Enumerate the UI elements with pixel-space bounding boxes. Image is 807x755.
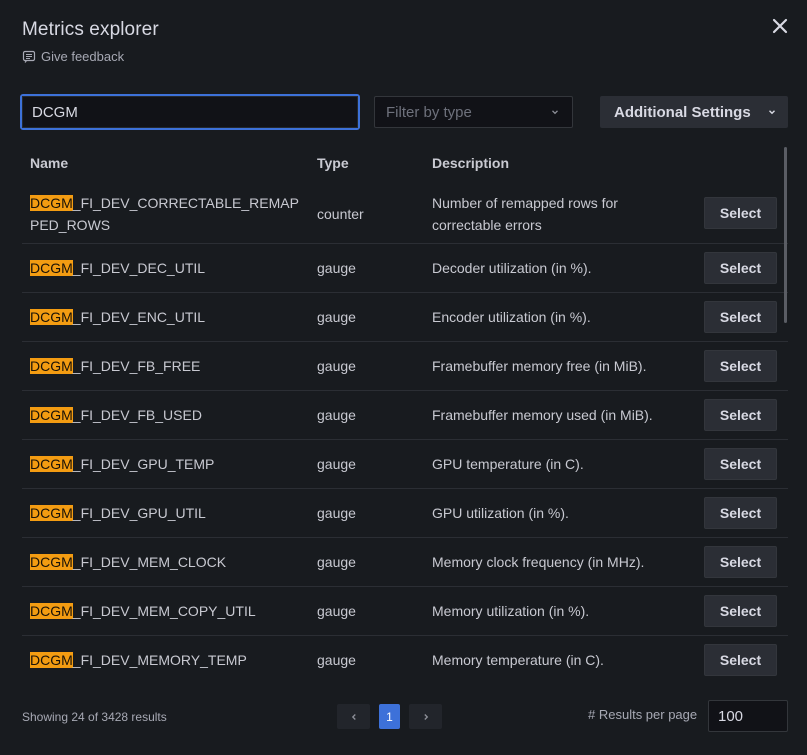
table-row: DCGM_FI_DEV_FB_USED gauge Framebuffer me… (22, 391, 788, 440)
filter-by-type-select[interactable]: Filter by type (374, 96, 573, 128)
results-per-page-label: # Results per page (588, 707, 698, 722)
select-button[interactable]: Select (704, 252, 777, 284)
select-button[interactable]: Select (704, 197, 777, 229)
select-button[interactable]: Select (704, 595, 777, 627)
previous-page-button[interactable] (337, 704, 370, 729)
metric-type: gauge (317, 505, 356, 521)
additional-settings-button[interactable]: Additional Settings (600, 96, 788, 128)
metric-name: DCGM_FI_DEV_MEM_COPY_UTIL (30, 603, 256, 619)
give-feedback-link[interactable]: Give feedback (22, 49, 124, 64)
search-box[interactable] (20, 94, 360, 130)
search-match-highlight: DCGM (30, 603, 73, 619)
select-button[interactable]: Select (704, 644, 777, 676)
search-match-highlight: DCGM (30, 652, 73, 668)
select-button[interactable]: Select (704, 350, 777, 382)
metric-type: gauge (317, 358, 356, 374)
metric-name: DCGM_FI_DEV_CORRECTABLE_REMAPPED_ROWS (30, 195, 299, 233)
table-row: DCGM_FI_DEV_ENC_UTIL gauge Encoder utili… (22, 293, 788, 342)
metric-name: DCGM_FI_DEV_GPU_TEMP (30, 456, 215, 472)
metric-description: Decoder utilization (in %). (432, 260, 592, 276)
feedback-icon (22, 50, 36, 63)
chevron-left-icon (351, 713, 356, 720)
metric-type: gauge (317, 652, 356, 668)
search-match-highlight: DCGM (30, 358, 73, 374)
metrics-table: Name Type Description DCGM_FI_DEV_CORREC… (22, 146, 788, 680)
column-header-description[interactable]: Description (432, 155, 509, 171)
metric-name: DCGM_FI_DEV_MEMORY_TEMP (30, 652, 247, 668)
search-input[interactable] (22, 96, 358, 128)
select-button[interactable]: Select (704, 448, 777, 480)
search-match-highlight: DCGM (30, 407, 73, 423)
metric-description: Framebuffer memory used (in MiB). (432, 407, 653, 423)
pagination: 1 (337, 704, 442, 729)
select-button[interactable]: Select (704, 497, 777, 529)
table-row: DCGM_FI_DEV_CORRECTABLE_REMAPPED_ROWS co… (22, 182, 788, 244)
metric-description: Encoder utilization (in %). (432, 309, 591, 325)
results-per-page-input[interactable] (709, 701, 787, 731)
results-status: Showing 24 of 3428 results (22, 710, 167, 724)
select-button[interactable]: Select (704, 546, 777, 578)
metric-name: DCGM_FI_DEV_FB_USED (30, 407, 202, 423)
search-match-highlight: DCGM (30, 456, 73, 472)
metric-description: Memory clock frequency (in MHz). (432, 554, 645, 570)
table-row: DCGM_FI_DEV_GPU_UTIL gauge GPU utilizati… (22, 489, 788, 538)
table-scrollbar[interactable] (784, 147, 787, 323)
additional-settings-label: Additional Settings (614, 103, 751, 121)
table-row: DCGM_FI_DEV_MEMORY_TEMP gauge Memory tem… (22, 636, 788, 680)
results-per-page-box[interactable] (708, 700, 788, 732)
next-page-button[interactable] (409, 704, 442, 729)
chevron-down-icon (552, 110, 558, 115)
metric-type: counter (317, 206, 364, 222)
metric-description: Memory temperature (in C). (432, 652, 604, 668)
filter-placeholder: Filter by type (386, 103, 472, 121)
chevron-right-icon (423, 713, 428, 720)
table-row: DCGM_FI_DEV_MEM_COPY_UTIL gauge Memory u… (22, 587, 788, 636)
table-row: DCGM_FI_DEV_DEC_UTIL gauge Decoder utili… (22, 244, 788, 293)
select-button[interactable]: Select (704, 399, 777, 431)
chevron-down-icon (769, 110, 775, 115)
select-button[interactable]: Select (704, 301, 777, 333)
metric-description: GPU temperature (in C). (432, 456, 584, 472)
metric-name: DCGM_FI_DEV_DEC_UTIL (30, 260, 206, 276)
table-header: Name Type Description (22, 146, 788, 182)
metric-description: Framebuffer memory free (in MiB). (432, 358, 647, 374)
metric-name: DCGM_FI_DEV_FB_FREE (30, 358, 201, 374)
metric-type: gauge (317, 309, 356, 325)
metric-type: gauge (317, 456, 356, 472)
search-match-highlight: DCGM (30, 260, 73, 276)
search-match-highlight: DCGM (30, 309, 73, 325)
close-icon[interactable] (771, 17, 789, 35)
search-match-highlight: DCGM (30, 554, 73, 570)
modal-title: Metrics explorer (22, 19, 159, 40)
metric-name: DCGM_FI_DEV_GPU_UTIL (30, 505, 206, 521)
table-row: DCGM_FI_DEV_MEM_CLOCK gauge Memory clock… (22, 538, 788, 587)
metric-type: gauge (317, 260, 356, 276)
table-row: DCGM_FI_DEV_FB_FREE gauge Framebuffer me… (22, 342, 788, 391)
column-header-name[interactable]: Name (30, 155, 68, 171)
metric-type: gauge (317, 603, 356, 619)
search-match-highlight: DCGM (30, 505, 73, 521)
give-feedback-label: Give feedback (41, 49, 125, 64)
metric-description: Memory utilization (in %). (432, 603, 590, 619)
metric-description: GPU utilization (in %). (432, 505, 569, 521)
search-match-highlight: DCGM (30, 195, 73, 211)
column-header-type[interactable]: Type (317, 155, 349, 171)
metric-type: gauge (317, 554, 356, 570)
current-page-button[interactable]: 1 (379, 704, 400, 729)
metric-name: DCGM_FI_DEV_MEM_CLOCK (30, 554, 227, 570)
metric-type: gauge (317, 407, 356, 423)
table-row: DCGM_FI_DEV_GPU_TEMP gauge GPU temperatu… (22, 440, 788, 489)
metric-description: Number of remapped rows for correctable … (432, 195, 618, 233)
metric-name: DCGM_FI_DEV_ENC_UTIL (30, 309, 206, 325)
